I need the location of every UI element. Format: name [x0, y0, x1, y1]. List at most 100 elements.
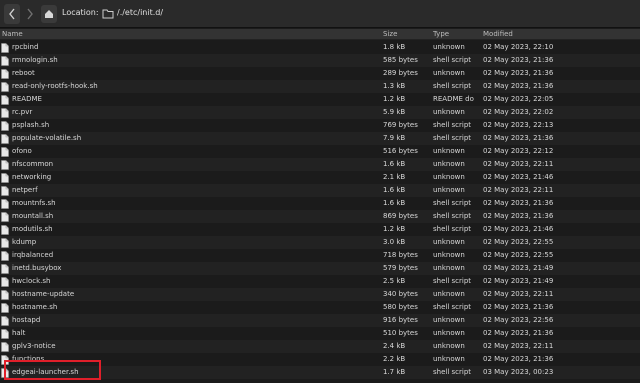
file-row[interactable]: nfscommon 1.6 kB unknown 02 May 2023, 22:11 — [0, 158, 640, 171]
column-type[interactable]: Type — [433, 30, 449, 38]
file-icon — [1, 43, 9, 53]
file-icon — [1, 108, 9, 118]
file-row[interactable]: hostapd 916 bytes unknown 02 May 2023, 22:5… — [0, 314, 640, 327]
file-size: 516 bytes — [383, 147, 418, 155]
file-name: halt — [12, 329, 26, 337]
file-size: 718 bytes — [383, 251, 418, 259]
file-modified: 02 May 2023, 22:56 — [483, 316, 554, 324]
file-modified: 02 May 2023, 21:46 — [483, 173, 554, 181]
file-size: 585 bytes — [383, 56, 418, 64]
file-modified: 02 May 2023, 21:36 — [483, 303, 554, 311]
file-row[interactable]: networking 2.1 kB unknown 02 May 2023, 21:4… — [0, 171, 640, 184]
file-modified: 02 May 2023, 22:55 — [483, 251, 554, 259]
file-name: README — [12, 95, 42, 103]
file-type: unknown — [433, 147, 465, 155]
file-name: kdump — [12, 238, 37, 246]
column-name[interactable]: Name — [2, 30, 23, 38]
file-name: ofono — [12, 147, 32, 155]
file-modified: 02 May 2023, 22:13 — [483, 121, 554, 129]
file-row[interactable]: mountall.sh 869 bytes shell script 02 May 2… — [0, 210, 640, 223]
file-type: unknown — [433, 69, 465, 77]
file-row[interactable]: reboot 289 bytes unknown 02 May 2023, 21:36 — [0, 67, 640, 80]
file-row[interactable]: netperf 1.6 kB unknown 02 May 2023, 22:11 — [0, 184, 640, 197]
file-modified: 02 May 2023, 21:36 — [483, 82, 554, 90]
file-name: netperf — [12, 186, 38, 194]
file-icon — [1, 69, 9, 79]
file-modified: 02 May 2023, 21:36 — [483, 212, 554, 220]
back-button[interactable] — [4, 4, 20, 24]
file-type: shell script — [433, 225, 472, 233]
file-icon — [1, 56, 9, 66]
file-row[interactable]: rc.pvr 5.9 kB unknown 02 May 2023, 22:02 — [0, 106, 640, 119]
file-type: unknown — [433, 238, 465, 246]
file-type: shell script — [433, 134, 472, 142]
file-modified: 02 May 2023, 21:49 — [483, 277, 554, 285]
file-icon — [1, 82, 9, 92]
location-path[interactable]: /./etc/init.d/ — [117, 8, 163, 17]
folder-icon — [102, 9, 114, 19]
file-size: 2.2 kB — [383, 355, 406, 363]
file-icon — [1, 329, 9, 339]
file-icon — [1, 212, 9, 222]
file-size: 1.7 kB — [383, 368, 406, 376]
column-header: Name Size Type Modified — [0, 29, 640, 40]
file-icon — [1, 160, 9, 170]
column-modified[interactable]: Modified — [483, 30, 513, 38]
file-name: networking — [12, 173, 52, 181]
file-type: unknown — [433, 251, 465, 259]
file-row[interactable]: read-only-rootfs-hook.sh 1.3 kB shell scri… — [0, 80, 640, 93]
file-name: irqbalanced — [12, 251, 54, 259]
file-size: 7.9 kB — [383, 134, 406, 142]
file-row[interactable]: psplash.sh 769 bytes shell script 02 May 20… — [0, 119, 640, 132]
chevron-right-icon — [27, 8, 33, 20]
home-button[interactable] — [41, 5, 57, 23]
file-name: gplv3-notice — [12, 342, 56, 350]
file-type: shell script — [433, 199, 472, 207]
file-row[interactable]: kdump 3.0 kB unknown 02 May 2023, 22:55 — [0, 236, 640, 249]
file-row[interactable]: inetd.busybox 579 bytes unknown 02 May 2023… — [0, 262, 640, 275]
file-row[interactable]: modutils.sh 1.2 kB shell script 02 May 2023… — [0, 223, 640, 236]
file-row[interactable]: hwclock.sh 2.5 kB shell script 02 May 2023,… — [0, 275, 640, 288]
file-row[interactable]: rmnologin.sh 585 bytes shell script 02 May … — [0, 54, 640, 67]
file-icon — [1, 95, 9, 105]
file-modified: 02 May 2023, 22:11 — [483, 160, 554, 168]
file-icon — [1, 342, 9, 352]
file-row[interactable]: populate-volatile.sh 7.9 kB shell script 02… — [0, 132, 640, 145]
column-size[interactable]: Size — [383, 30, 397, 38]
file-size: 1.8 kB — [383, 43, 406, 51]
file-row[interactable]: hostname.sh 580 bytes shell script 02 May 2… — [0, 301, 640, 314]
file-row[interactable]: README 1.2 kB README do 02 May 2023, 22:05 — [0, 93, 640, 106]
file-icon — [1, 121, 9, 131]
file-modified: 02 May 2023, 22:55 — [483, 238, 554, 246]
file-row[interactable]: ofono 516 bytes unknown 02 May 2023, 22:12 — [0, 145, 640, 158]
file-size: 579 bytes — [383, 264, 418, 272]
file-size: 916 bytes — [383, 316, 418, 324]
file-row[interactable]: rpcbind 1.8 kB unknown 02 May 2023, 22:10 — [0, 41, 640, 54]
file-size: 1.3 kB — [383, 82, 406, 90]
file-row[interactable]: halt 510 bytes unknown 02 May 2023, 21:36 — [0, 327, 640, 340]
file-size: 2.5 kB — [383, 277, 406, 285]
forward-button[interactable] — [22, 4, 38, 24]
file-icon — [1, 225, 9, 235]
file-modified: 03 May 2023, 00:23 — [483, 368, 554, 376]
file-name: hwclock.sh — [12, 277, 51, 285]
file-type: shell script — [433, 368, 472, 376]
file-type: shell script — [433, 56, 472, 64]
file-row[interactable]: mountnfs.sh 1.6 kB shell script 02 May 2023… — [0, 197, 640, 210]
file-icon — [1, 186, 9, 196]
file-icon — [1, 303, 9, 313]
file-type: unknown — [433, 290, 465, 298]
file-icon — [1, 277, 9, 287]
file-type: shell script — [433, 82, 472, 90]
file-modified: 02 May 2023, 21:36 — [483, 134, 554, 142]
file-size: 1.6 kB — [383, 199, 406, 207]
file-row[interactable]: irqbalanced 718 bytes unknown 02 May 2023, … — [0, 249, 640, 262]
file-modified: 02 May 2023, 21:36 — [483, 56, 554, 64]
file-icon — [1, 290, 9, 300]
file-row[interactable]: hostname-update 340 bytes unknown 02 May 20… — [0, 288, 640, 301]
file-size: 340 bytes — [383, 290, 418, 298]
file-icon — [1, 251, 9, 261]
file-row[interactable]: gplv3-notice 2.4 kB unknown 02 May 2023, 22… — [0, 340, 640, 353]
file-type: unknown — [433, 355, 465, 363]
file-size: 3.0 kB — [383, 238, 406, 246]
